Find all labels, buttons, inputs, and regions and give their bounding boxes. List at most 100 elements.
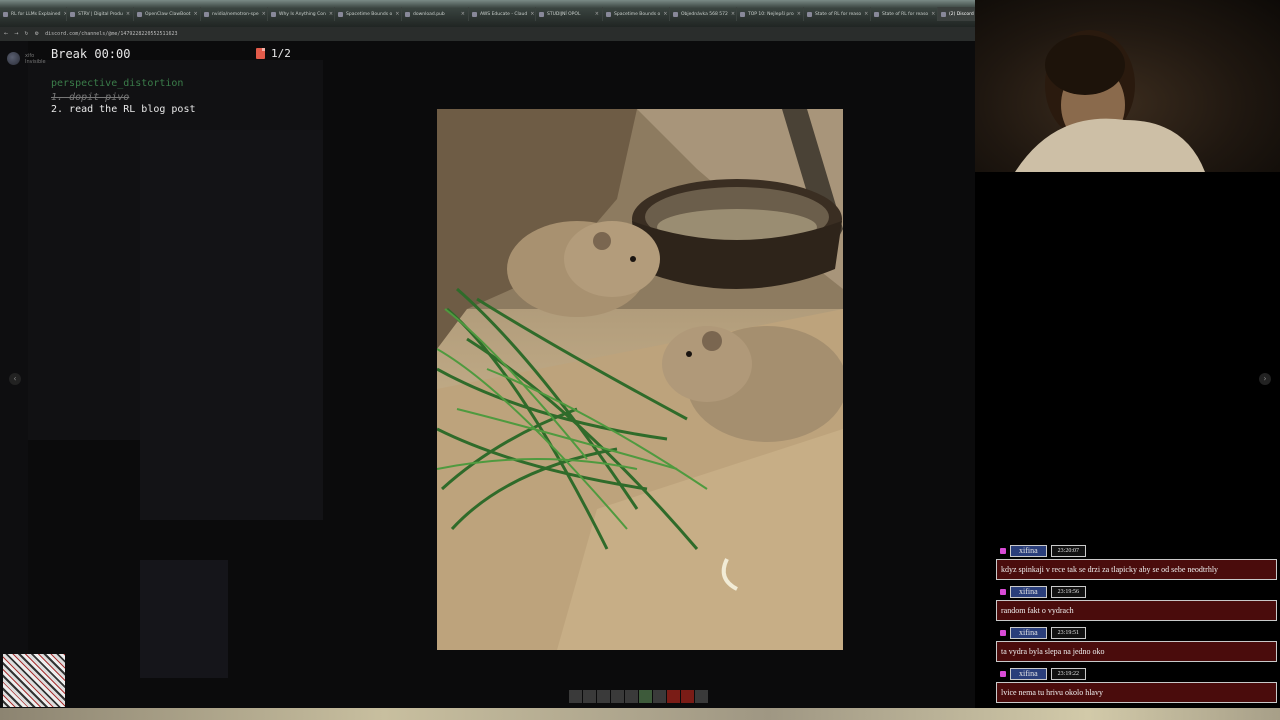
- badge-icon: [1000, 630, 1006, 636]
- browser-tab[interactable]: STUDIJNÍ OPOL ×: [536, 7, 603, 21]
- tab-label: Why Is Anything Con: [279, 11, 326, 17]
- chat-timestamp: 23:19:22: [1050, 668, 1087, 680]
- chat-message: xifina 23:19:51 ta vydra byla slepa na j…: [996, 627, 1277, 662]
- browser-tab[interactable]: Spacetime Bounds o ×: [335, 7, 402, 21]
- badge-icon: [1000, 589, 1006, 595]
- close-icon[interactable]: ×: [595, 11, 599, 17]
- close-icon[interactable]: ×: [126, 11, 130, 17]
- chat-timestamp: 23:20:07: [1050, 545, 1087, 557]
- tab-label: download.pub: [413, 11, 445, 17]
- favicon-icon: [472, 11, 477, 17]
- chat-overlay: xifina 23:20:07 kdyz spinkaji v rece tak…: [996, 545, 1277, 709]
- browser-tab[interactable]: State of RL for reaso ×: [804, 7, 871, 21]
- chat-message: xifina 23:20:07 kdyz spinkaji v rece tak…: [996, 545, 1277, 580]
- thumbnail[interactable]: [695, 690, 708, 703]
- badge-icon: [1000, 671, 1006, 677]
- favicon-icon: [405, 11, 410, 17]
- url-text[interactable]: discord.com/channels/@me/147922822055251…: [45, 31, 177, 37]
- tab-label: RL for LLMs Explained: [11, 11, 61, 17]
- todo-item: 2. read the RL blog post: [51, 104, 196, 115]
- lightbox-image[interactable]: [437, 109, 843, 650]
- todo-item: 1. dopit pivo: [51, 92, 130, 103]
- chat-message: xifina 23:19:56 random fakt o vydrach: [996, 586, 1277, 621]
- forward-icon[interactable]: →: [14, 31, 18, 37]
- browser-tab[interactable]: download.pub ×: [402, 7, 469, 21]
- chevron-left-icon[interactable]: ‹: [9, 373, 21, 385]
- browser-tab[interactable]: TOP 10: Nejlepší pro ×: [737, 7, 804, 21]
- tab-label: Objednávka 568 572: [681, 11, 728, 17]
- favicon-icon: [673, 11, 678, 17]
- page-counter: 1/2: [256, 47, 291, 60]
- thumbnail[interactable]: [625, 690, 638, 703]
- close-icon[interactable]: ×: [461, 11, 465, 17]
- close-icon[interactable]: ×: [530, 11, 534, 17]
- browser-tab[interactable]: Spacetime Bounds o ×: [603, 7, 670, 21]
- tab-label: Spacetime Bounds o: [346, 11, 393, 17]
- address-bar[interactable]: ← → ↻ ⚙ discord.com/channels/@me/1479228…: [0, 27, 975, 41]
- reload-icon[interactable]: ↻: [24, 31, 28, 37]
- thumbnail[interactable]: [569, 690, 582, 703]
- close-icon[interactable]: ×: [329, 11, 333, 17]
- browser-tab[interactable]: nvidia/nemotron-spe ×: [201, 7, 268, 21]
- dimmed-card: [140, 560, 228, 678]
- close-icon[interactable]: ×: [797, 11, 801, 17]
- close-icon[interactable]: ×: [193, 11, 197, 17]
- browser-tab[interactable]: (2) Discord | @xifo×: [938, 7, 975, 21]
- chat-text: ta vydra byla slepa na jedno oko: [996, 641, 1277, 662]
- chevron-right-icon[interactable]: ›: [1259, 373, 1271, 385]
- favicon-icon: [137, 11, 142, 17]
- image-thumbnail-strip: [569, 690, 708, 703]
- close-icon[interactable]: ×: [262, 11, 266, 17]
- break-timer: Break 00:00: [51, 47, 131, 61]
- tab-label: State of RL for reaso: [815, 11, 862, 17]
- back-icon[interactable]: ←: [4, 31, 8, 37]
- chat-username: xifina: [1010, 668, 1047, 680]
- browser-tab[interactable]: State of RL for reaso ×: [871, 7, 938, 21]
- thumbnail[interactable]: [667, 690, 680, 703]
- close-icon[interactable]: ×: [731, 11, 735, 17]
- close-icon[interactable]: ×: [663, 11, 667, 17]
- favicon-icon: [539, 11, 544, 17]
- favicon-icon: [941, 11, 946, 17]
- browser-tab[interactable]: STRV | Digital Produ ×: [67, 7, 134, 21]
- badge-icon: [1000, 548, 1006, 554]
- overlay-frame-bottom: [0, 708, 1280, 720]
- chat-text: kdyz spinkaji v rece tak se drzi za tlap…: [996, 559, 1277, 580]
- thumbnail[interactable]: [639, 690, 652, 703]
- browser-tab[interactable]: RL for LLMs Explained×: [0, 7, 67, 21]
- todo-title: perspective_distortion: [51, 78, 184, 89]
- close-icon[interactable]: ×: [395, 11, 399, 17]
- favicon-icon: [338, 11, 343, 17]
- user-avatar[interactable]: [7, 52, 20, 65]
- tab-label: AWS Educate - Claud: [480, 11, 528, 17]
- browser-tab[interactable]: Objednávka 568 572 ×: [670, 7, 737, 21]
- favicon-icon: [606, 11, 611, 17]
- webcam-feed: [975, 0, 1280, 172]
- browser-tab[interactable]: OpenClaw ClawBoot ×: [134, 7, 201, 21]
- site-info-icon[interactable]: ⚙: [35, 31, 39, 37]
- close-icon[interactable]: ×: [864, 11, 868, 17]
- browser-tab[interactable]: Why Is Anything Con ×: [268, 7, 335, 21]
- browser-tab-strip: RL for LLMs Explained×STRV | Digital Pro…: [0, 0, 975, 27]
- dimmed-content-panel: [140, 130, 323, 520]
- thumbnail[interactable]: [611, 690, 624, 703]
- favicon-icon: [204, 11, 209, 17]
- chat-timestamp: 23:19:51: [1050, 627, 1087, 639]
- browser-tab[interactable]: AWS Educate - Claud ×: [469, 7, 536, 21]
- favicon-icon: [3, 11, 8, 17]
- favicon-icon: [874, 11, 879, 17]
- tab-label: Spacetime Bounds o: [614, 11, 661, 17]
- close-icon[interactable]: ×: [931, 11, 935, 17]
- tab-label: TOP 10: Nejlepší pro: [748, 11, 794, 17]
- thumbnail[interactable]: [681, 690, 694, 703]
- favicon-icon: [70, 11, 75, 17]
- tab-label: nvidia/nemotron-spe: [212, 11, 259, 17]
- thumbnail[interactable]: [653, 690, 666, 703]
- tab-label: State of RL for reaso: [882, 11, 929, 17]
- favicon-icon: [740, 11, 745, 17]
- tab-label: STUDIJNÍ OPOL: [547, 11, 581, 17]
- chat-username: xifina: [1010, 545, 1047, 557]
- thumbnail[interactable]: [597, 690, 610, 703]
- chat-message: xifina 23:19:22 lvice nema tu hrivu okol…: [996, 668, 1277, 703]
- thumbnail[interactable]: [583, 690, 596, 703]
